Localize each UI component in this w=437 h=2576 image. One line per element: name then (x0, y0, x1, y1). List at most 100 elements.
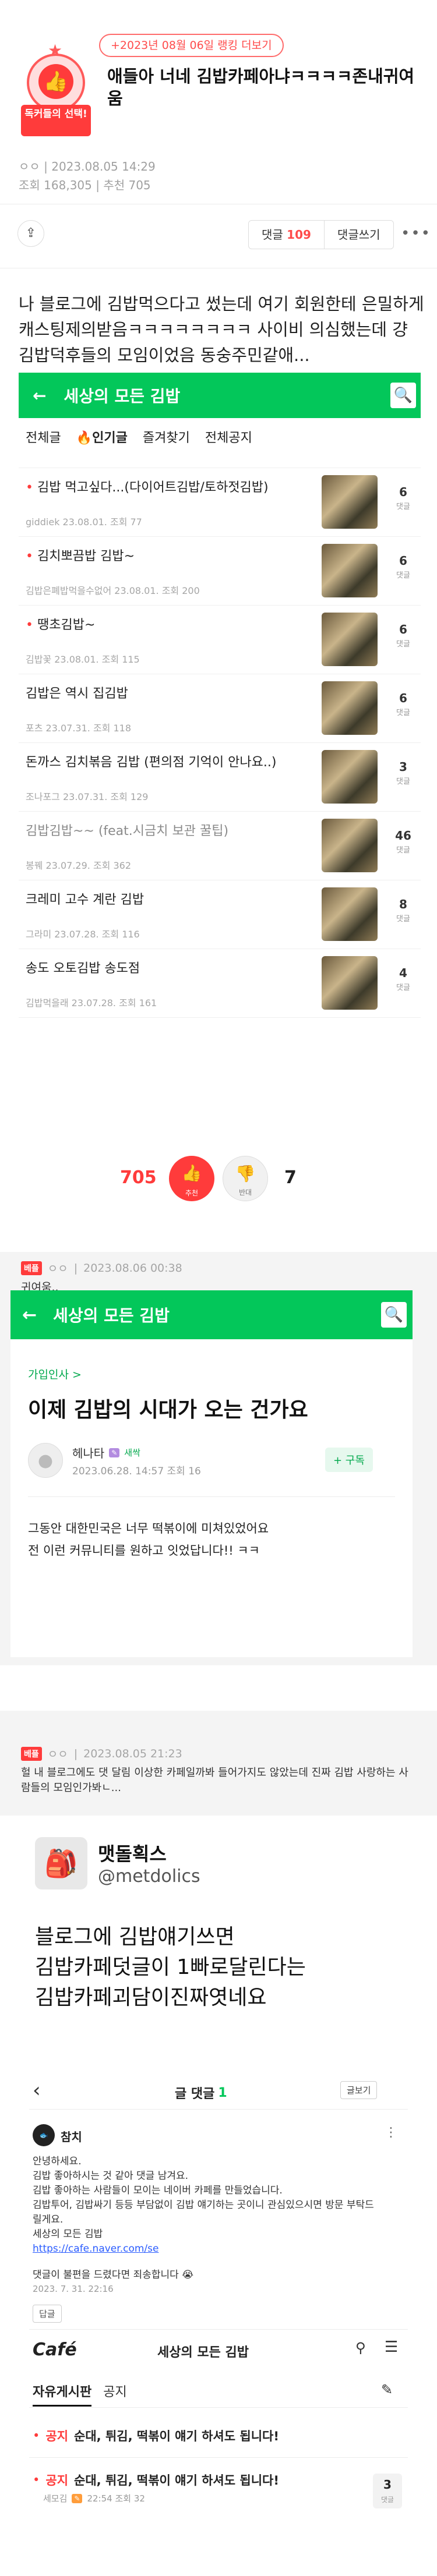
search-icon: ⚲ (355, 2340, 366, 2356)
fire-icon: 🔥 (76, 431, 93, 445)
post-thumbnail (322, 819, 378, 872)
author-badge: 새싹 (124, 1448, 140, 1458)
more-icon[interactable]: ••• (401, 225, 431, 242)
comment-line: 김밥 좋아하시는 것 같아 댓글 남겨요. (33, 2170, 189, 2182)
best-comment: 베플 ㅇㅇ | 2023.08.05 21:23 헐 내 블로그에도 댓 달림 … (0, 1711, 437, 1816)
post-comment-count: 6 댓글 (396, 622, 410, 649)
post-meta: giddiek 23.08.01. 조회 77 (26, 516, 142, 528)
comment-date: 2023. 7. 31. 22:16 (33, 2284, 114, 2294)
post-meta: 포츠 23.07.31. 조회 118 (26, 723, 132, 734)
new-dot-icon: • (26, 480, 37, 495)
comments-count: 1 (218, 2085, 227, 2100)
post-thumbnail (322, 544, 378, 597)
tweet-screenshot: 🎒 맷돌획스 @metdolics 블로그에 김밥얘기쓰면 김밥카페덧글이 1빠… (0, 1825, 437, 2053)
post-comment-count: 3 댓글 (396, 760, 410, 786)
post-thumbnail (322, 613, 378, 666)
cafe-logo: Café (33, 2340, 77, 2360)
ranking-link[interactable]: +2023년 08월 06일 랭킹 더보기 (99, 34, 284, 57)
post-title: 크레미 고수 계란 김밥 (26, 893, 145, 907)
post-meta: 김밥은폐밥먹을수없어 23.08.01. 조회 200 (26, 585, 200, 596)
share-icon[interactable]: ⇪ (17, 220, 44, 247)
list-item: 돈까스 김치볶음 김밥 (편의점 기억이 안나요..) 조나포그 23.07.31… (19, 743, 421, 812)
back-arrow-icon: ← (22, 1304, 37, 1325)
notice-title: 순대, 튀김, 떡볶이 얘기 하셔도 됩니다! (74, 2429, 279, 2443)
downvote-button[interactable]: 👎 반대 (223, 1156, 268, 1201)
downvote-count: 7 (284, 1167, 297, 1188)
write-icon: ✎ (381, 2382, 393, 2398)
thumbs-up-icon: 👍 (181, 1163, 202, 1183)
comments-header: 글 댓글 (175, 2087, 215, 2101)
comment-body: 안녕하세요. 김밥 좋아하시는 것 같아 댓글 남겨요. 김밥 좋아하는 사람들이 … (33, 2154, 382, 2242)
post-meta: 김밥꽃 23.08.01. 조회 115 (26, 654, 140, 665)
tweet-text: 블로그에 김밥얘기쓰면 김밥카페덧글이 1빠로달린다는 김밥카페괴담이진짜엿네요 (35, 1925, 306, 2009)
post-title: • 땡초김밥~ (26, 618, 96, 632)
write-comment-button[interactable]: 댓글쓰기 (325, 221, 393, 249)
view-post-button: 글보기 (340, 2081, 378, 2099)
back-arrow-icon: ← (33, 385, 47, 405)
post-comment-count: 46 댓글 (395, 829, 411, 855)
post-title: 김밥김밥~~ (feat.시금치 보관 꿀팁) (26, 824, 229, 838)
post-comment-count: 8 댓글 (396, 897, 410, 923)
post-title: 이제 김밥의 시대가 오는 건가요 (28, 1398, 308, 1422)
post-meta: 조나포그 23.07.31. 조회 129 (26, 791, 149, 802)
cafe-title: 세상의 모든 김밥 (64, 387, 181, 406)
post-meta: 봉꿰 23.07.29. 조회 362 (26, 860, 132, 871)
apology-text: 댓글이 불편을 드렸다면 죄송합니다 😭 (33, 2269, 194, 2281)
comment-line: 안녕하세요. (33, 2156, 82, 2167)
post-author-date: ㅇㅇ | 2023.08.05 14:29 (19, 160, 156, 174)
post-comment-count: 6 댓글 (396, 485, 410, 511)
post-comment-count: 3 댓글 (373, 2474, 402, 2508)
upvote-count: 705 (120, 1167, 157, 1188)
post-meta: 그라미 23.07.28. 조회 116 (26, 929, 140, 940)
avatar: 🎒 (35, 1837, 87, 1889)
post-header: ★ 👍 독커들의 선택! +2023년 08월 06일 랭킹 더보기 애들아 너… (0, 0, 437, 279)
comment-nick: ㅇㅇ (47, 1748, 68, 1761)
post-comment-count: 4 댓글 (396, 966, 410, 992)
comment-line: 김밥 좋아하는 사람들이 모이는 네이버 카페를 만들었습니다. (33, 2185, 283, 2196)
tweet-name: 맷돌획스 (98, 1843, 167, 1865)
cafe-list-screenshot: ← 세상의 모든 김밥 🔍 전체글 🔥인기글 즐겨찾기 전체공지 • 김밥 먹고… (19, 373, 421, 1066)
cafe-comment-screenshot: ‹ 글 댓글 1 글보기 🐟 참치 ⋮ 안녕하세요. 김밥 좋아하시는 것 같아 … (0, 2073, 437, 2576)
list-item: • 김치뽀끔밥 김밥~ 김밥은폐밥먹을수없어 23.08.01. 조회 200 6 댓… (19, 537, 421, 606)
post-comment-count: 6 댓글 (396, 691, 410, 717)
comment-actions: 댓글 109 댓글쓰기 (248, 220, 394, 249)
cafe-post-screenshot: ← 세상의 모든 김밥 🔍 가입인사 > 이제 김밥의 시대가 오는 건가요 ●… (10, 1290, 413, 1657)
notice-label: 공지 (45, 2429, 69, 2443)
kebab-menu-icon: ⋮ (385, 2125, 397, 2140)
post-thumbnail (322, 956, 378, 1010)
page-title: 애들아 너네 김밥카페아냐ㅋㅋㅋㅋ존내귀여움 (107, 66, 415, 108)
comment-text: 헐 내 블로그에도 댓 달림 이상한 카페일까봐 들어가지도 않았는데 진짜 김… (21, 1767, 408, 1794)
search-icon: 🔍 (390, 383, 416, 408)
comment-line: 김밥투어, 김밥싸기 등등 부담없이 김밥 얘기하는 곳이니 관심있으시면 방문… (33, 2199, 374, 2225)
post-title: • 김밥 먹고싶다...(다이어트김밥/토하젓김밥) (26, 480, 269, 495)
list-item: 김밥은 역시 집김밥포츠 23.07.31. 조회 118 6 댓글 (19, 674, 421, 743)
author-name: 헤나타 (72, 1446, 105, 1460)
tab-popular: 🔥인기글 (76, 431, 128, 445)
post-stats: 조회 168,305 | 추천 705 (19, 178, 151, 192)
best-badge: 베플 (21, 1746, 42, 1761)
comment-line: 세상의 모든 김밥 (33, 2228, 103, 2240)
tab-notices: 전체공지 (205, 431, 252, 445)
post-title: 김밥은 역시 집김밥 (26, 687, 128, 701)
post-meta: 22:54 조회 32 (87, 2493, 145, 2504)
comment-date: 2023.08.06 00:38 (83, 1261, 182, 1275)
avatar: ● (28, 1443, 63, 1478)
post-thumbnail (322, 750, 378, 804)
comment-nick: ㅇㅇ (47, 1262, 68, 1275)
post-category: 가입인사 > (28, 1368, 82, 1381)
post-body: 그동안 대한민국은 너무 떡볶이에 미쳐있었어요 전 이런 커뮤니티를 원하고 … (28, 1521, 269, 1558)
commenter-name: 참치 (61, 2130, 82, 2144)
follow-button: + 구독 (325, 1448, 373, 1472)
thumbs-down-icon: 👎 (235, 1164, 256, 1183)
post-title: 송도 오토김밥 송도점 (26, 961, 140, 976)
notice-label: 공지 (45, 2474, 69, 2487)
avatar: 🐟 (33, 2124, 55, 2146)
tab-free-board: 자유게시판 (33, 2382, 92, 2407)
cafe-link: https://cafe.naver.com/se (33, 2243, 159, 2255)
upvote-button[interactable]: 👍 추천 (169, 1156, 214, 1201)
comment-count-button[interactable]: 댓글 109 (249, 221, 325, 249)
reply-button: 답글 (33, 2305, 62, 2323)
cafe-name: 세상의 모든 김밥 (157, 2345, 249, 2360)
cafe-tabs: 전체글 🔥인기글 즐겨찾기 전체공지 (19, 418, 421, 455)
cafe-header-bar: ← 세상의 모든 김밥 🔍 (19, 373, 421, 418)
